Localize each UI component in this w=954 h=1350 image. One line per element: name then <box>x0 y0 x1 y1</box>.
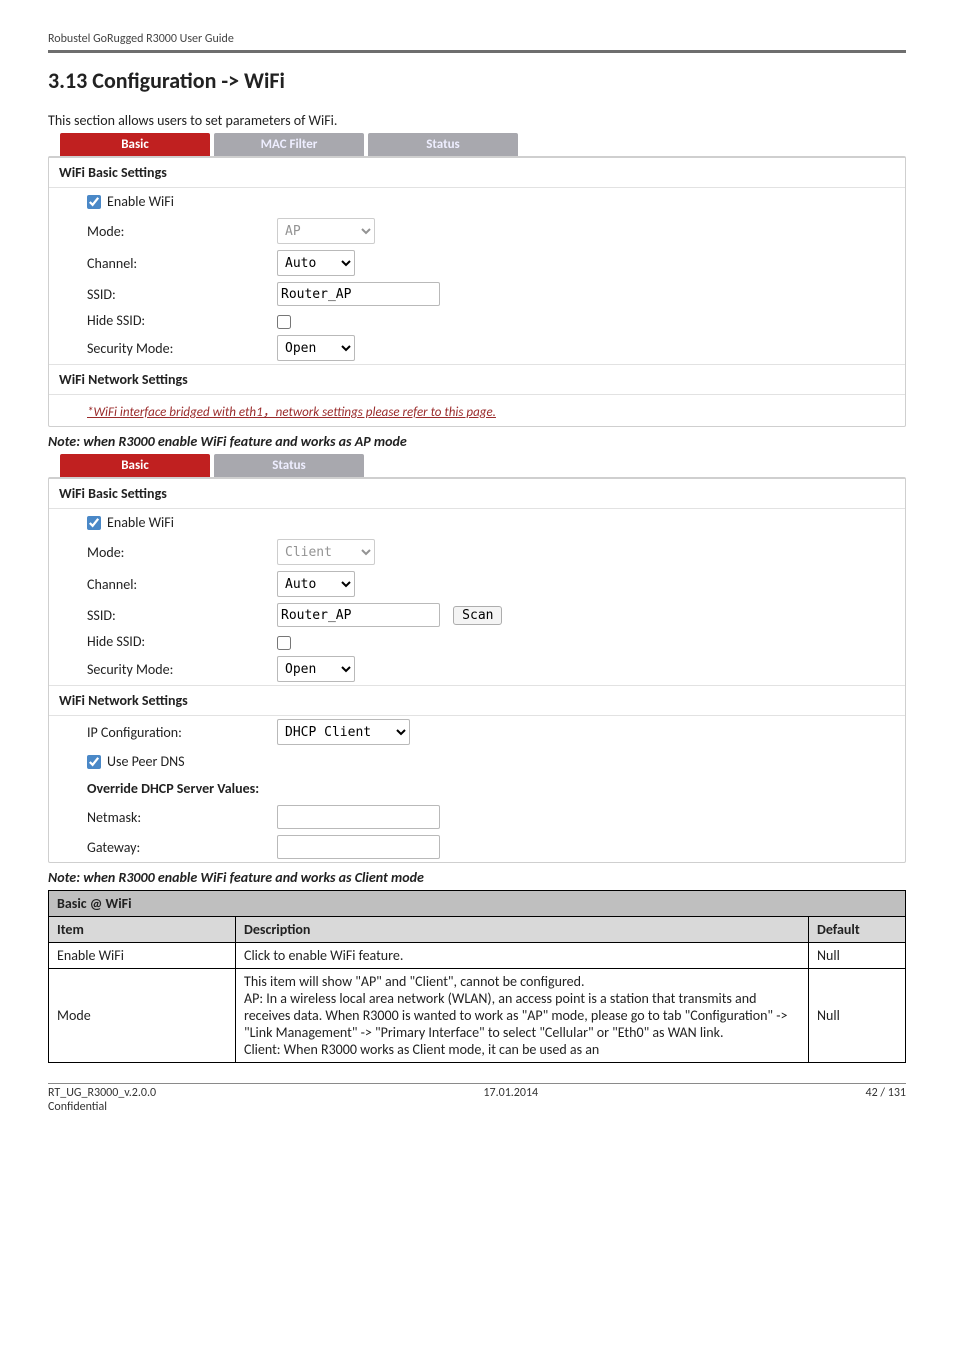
ssid-input-client[interactable] <box>277 603 440 627</box>
mode-select-client[interactable]: Client <box>277 539 375 565</box>
security-mode-label-client: Security Mode: <box>87 661 277 678</box>
mode-desc-line: AP: In a wireless local area network (WL… <box>244 990 800 1041</box>
channel-label-client: Channel: <box>87 576 277 593</box>
note-ap-mode: Note: when R3000 enable WiFi feature and… <box>48 433 906 450</box>
tab-mac-filter[interactable]: MAC Filter <box>214 133 364 156</box>
ap-panel: WiFi Basic Settings Enable WiFi Mode: AP… <box>48 156 906 427</box>
enable-wifi-checkbox[interactable] <box>87 195 101 209</box>
footer-left: RT_UG_R3000_v.2.0.0 <box>48 1086 156 1100</box>
enable-wifi-label: Enable WiFi <box>107 193 174 210</box>
note-client-mode: Note: when R3000 enable WiFi feature and… <box>48 869 906 886</box>
use-peer-dns-checkbox[interactable] <box>87 755 101 769</box>
client-section-basic: WiFi Basic Settings <box>49 479 905 509</box>
running-header: Robustel GoRugged R3000 User Guide <box>48 32 906 46</box>
mode-desc-line: Client: When R3000 works as Client mode,… <box>244 1041 800 1058</box>
channel-select-client[interactable]: Auto <box>277 571 355 597</box>
ssid-label-client: SSID: <box>87 607 277 624</box>
client-tabbar: Basic Status <box>60 454 906 477</box>
tab-status-client[interactable]: Status <box>214 454 364 477</box>
description-table: Basic @ WiFi Item Description Default En… <box>48 890 906 1063</box>
mode-select[interactable]: AP <box>277 218 375 244</box>
table-row: Mode This item will show "AP" and "Clien… <box>49 969 906 1063</box>
ip-config-label: IP Configuration: <box>87 724 277 741</box>
footer-right: 42 / 131 <box>866 1086 906 1114</box>
ssid-input[interactable] <box>277 282 440 306</box>
netmask-label: Netmask: <box>87 809 277 826</box>
client-section-network: WiFi Network Settings <box>49 685 905 716</box>
mode-desc-line: This item will show "AP" and "Client", c… <box>244 973 800 990</box>
gateway-input[interactable] <box>277 835 440 859</box>
ssid-label: SSID: <box>87 286 277 303</box>
scan-button[interactable]: Scan <box>453 606 502 625</box>
ap-section-network: WiFi Network Settings <box>49 364 905 395</box>
header-rule <box>48 50 906 53</box>
ap-tabbar: Basic MAC Filter Status <box>60 133 906 156</box>
channel-select[interactable]: Auto <box>277 250 355 276</box>
security-mode-select[interactable]: Open <box>277 335 355 361</box>
use-peer-dns-label: Use Peer DNS <box>107 753 185 770</box>
hide-ssid-checkbox[interactable] <box>277 315 291 329</box>
hide-ssid-label-client: Hide SSID: <box>87 633 277 650</box>
tab-basic-client[interactable]: Basic <box>60 454 210 477</box>
footer-left2: Confidential <box>48 1100 156 1114</box>
col-item: Item <box>49 917 236 943</box>
mode-label-client: Mode: <box>87 544 277 561</box>
tab-status[interactable]: Status <box>368 133 518 156</box>
gateway-label: Gateway: <box>87 839 277 856</box>
footer-center: 17.01.2014 <box>156 1086 865 1114</box>
mode-label: Mode: <box>87 223 277 240</box>
page-title: 3.13 Configuration -> WiFi <box>48 67 906 94</box>
netmask-input[interactable] <box>277 805 440 829</box>
hide-ssid-checkbox-client[interactable] <box>277 636 291 650</box>
client-panel: WiFi Basic Settings Enable WiFi Mode: Cl… <box>48 477 906 863</box>
channel-label: Channel: <box>87 255 277 272</box>
bridge-note-link[interactable]: *WiFi interface bridged with eth1，networ… <box>87 405 496 420</box>
table-title: Basic @ WiFi <box>49 891 906 917</box>
ip-config-select[interactable]: DHCP Client <box>277 719 410 745</box>
override-dhcp-heading: Override DHCP Server Values: <box>49 775 905 802</box>
ap-section-basic: WiFi Basic Settings <box>49 158 905 188</box>
page-footer: RT_UG_R3000_v.2.0.0 Confidential 17.01.2… <box>0 1084 954 1114</box>
bridge-note-row: *WiFi interface bridged with eth1，networ… <box>49 395 905 426</box>
hide-ssid-label: Hide SSID: <box>87 312 277 329</box>
security-mode-select-client[interactable]: Open <box>277 656 355 682</box>
col-default: Default <box>809 917 906 943</box>
enable-wifi-label-client: Enable WiFi <box>107 514 174 531</box>
intro-text: This section allows users to set paramet… <box>48 112 906 129</box>
tab-basic[interactable]: Basic <box>60 133 210 156</box>
security-mode-label: Security Mode: <box>87 340 277 357</box>
enable-wifi-checkbox-client[interactable] <box>87 516 101 530</box>
table-row: Enable WiFi Click to enable WiFi feature… <box>49 943 906 969</box>
col-description: Description <box>236 917 809 943</box>
